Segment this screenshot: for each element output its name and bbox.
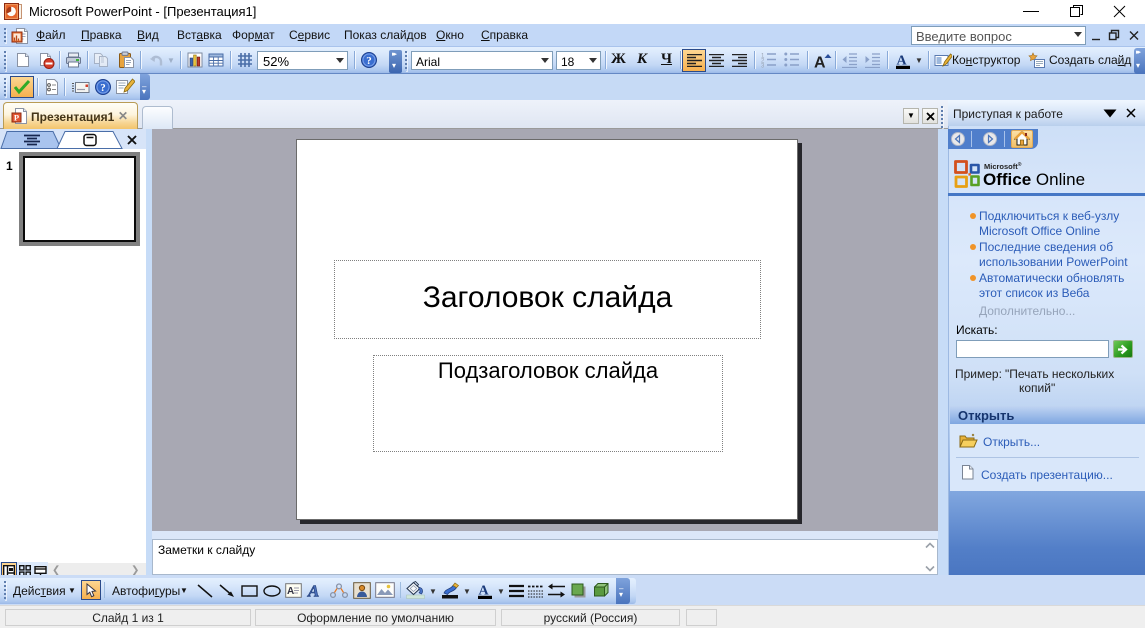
svg-text:A: A [287,586,294,597]
svg-text:?: ? [100,82,106,94]
svg-text:A: A [307,582,319,600]
svg-text:A: A [814,55,826,70]
svg-text:3: 3 [761,64,765,69]
svg-text:P: P [14,112,19,122]
svg-text:?: ? [366,55,372,67]
